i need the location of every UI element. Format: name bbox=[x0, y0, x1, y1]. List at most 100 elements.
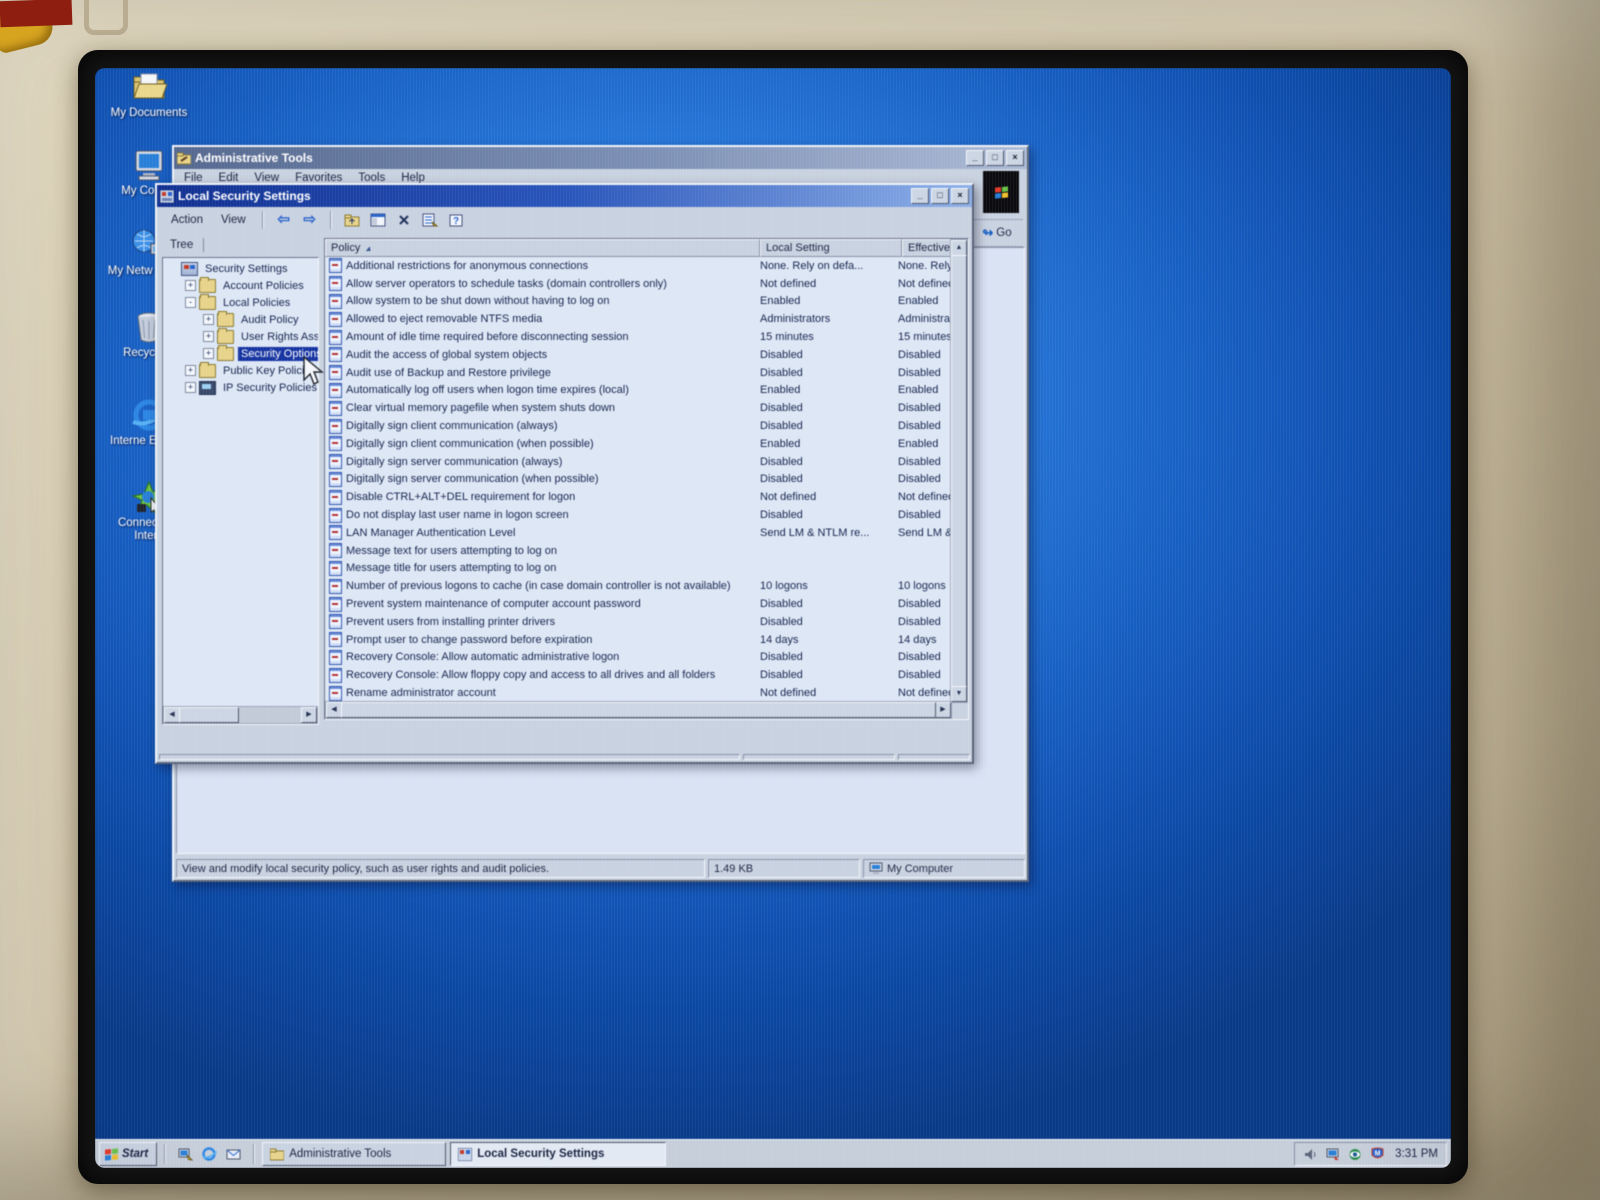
menu-view[interactable]: View bbox=[215, 213, 252, 227]
policy-row-digitally-sign-client-communication-alwa[interactable]: Digitally sign client communication (alw… bbox=[325, 417, 952, 435]
folder-icon bbox=[199, 361, 216, 378]
admin-titlebar[interactable]: Administrative Tools _ □ × bbox=[174, 147, 1027, 169]
policy-row-prevent-users-from-installing-printer-dr[interactable]: Prevent users from installing printer dr… bbox=[325, 613, 952, 631]
policy-row-message-title-for-users-attempting-to-lo[interactable]: Message title for users attempting to lo… bbox=[325, 560, 952, 578]
scroll-left-icon[interactable]: ◀ bbox=[164, 707, 180, 723]
expand-icon[interactable]: + bbox=[203, 348, 214, 359]
policy-row-audit-use-of-backup-and-restore-privileg[interactable]: Audit use of Backup and Restore privileg… bbox=[325, 364, 952, 382]
antivirus-shield-icon[interactable]: M bbox=[1369, 1147, 1385, 1162]
policy-row-recovery-console-allow-floppy-copy-and-a[interactable]: Recovery Console: Allow floppy copy and … bbox=[325, 666, 952, 684]
policy-row-audit-the-access-of-global-system-object[interactable]: Audit the access of global system object… bbox=[325, 346, 952, 364]
expand-icon[interactable]: + bbox=[185, 382, 196, 393]
policy-row-disable-ctrl-alt-del-requirement-for-log[interactable]: Disable CTRL+ALT+DEL requirement for log… bbox=[325, 488, 952, 506]
tree-tab[interactable]: Tree bbox=[162, 235, 325, 255]
expand-icon[interactable]: + bbox=[185, 280, 196, 291]
tree-item-security-options[interactable]: + Security Options bbox=[163, 344, 318, 362]
policy-row-message-text-for-users-attempting-to-log[interactable]: Message text for users attempting to log… bbox=[325, 542, 952, 560]
desktop-icon-label: My Documents bbox=[110, 107, 188, 119]
tree-item-public-key-policies[interactable]: + Public Key Policies bbox=[163, 361, 318, 379]
start-button[interactable]: Start bbox=[99, 1142, 158, 1166]
policy-row-digitally-sign-client-communication-when[interactable]: Digitally sign client communication (whe… bbox=[325, 435, 952, 453]
policy-row-additional-restrictions-for-anonymous-co[interactable]: Additional restrictions for anonymous co… bbox=[325, 257, 952, 275]
outlook-express-icon[interactable] bbox=[225, 1146, 242, 1162]
column-header-policy[interactable]: Policy ▲ bbox=[325, 239, 760, 257]
go-button[interactable]: ↬ Go bbox=[971, 219, 1023, 247]
policy-row-prevent-system-maintenance-of-computer-a[interactable]: Prevent system maintenance of computer a… bbox=[325, 595, 952, 613]
scroll-left-icon[interactable]: ◀ bbox=[326, 702, 342, 718]
tree-item-account-policies[interactable]: + Account Policies bbox=[163, 276, 318, 294]
policy-row-automatically-log-off-users-when-logon-t[interactable]: Automatically log off users when logon t… bbox=[325, 382, 952, 400]
delete-button[interactable] bbox=[394, 211, 414, 229]
effective-setting-value: Disabled bbox=[898, 598, 941, 611]
policy-document-icon bbox=[329, 418, 342, 434]
policy-document-icon bbox=[329, 525, 342, 541]
policy-document-icon bbox=[329, 471, 342, 487]
column-header-local-setting[interactable]: Local Setting bbox=[760, 239, 902, 257]
show-hide-tree-button[interactable] bbox=[368, 211, 388, 229]
list-horizontal-scrollbar[interactable]: ◀ ▶ bbox=[325, 701, 952, 719]
policy-row-lan-manager-authentication-level[interactable]: LAN Manager Authentication Level Send LM … bbox=[325, 524, 952, 542]
lss-titlebar[interactable]: Local Security Settings _ □ × bbox=[157, 185, 972, 207]
back-button[interactable]: ⇦ bbox=[274, 211, 294, 229]
policy-row-allow-server-operators-to-schedule-tasks[interactable]: Allow server operators to schedule tasks… bbox=[325, 275, 952, 293]
column-header-effective-setting[interactable]: Effective Sett bbox=[902, 239, 952, 257]
minimize-button[interactable]: _ bbox=[966, 150, 984, 166]
close-button[interactable]: × bbox=[1006, 150, 1024, 166]
effective-setting-value: Disabled bbox=[898, 455, 941, 468]
policy-document-icon bbox=[329, 560, 342, 576]
windows-flag-icon bbox=[105, 1147, 118, 1161]
display-icon[interactable] bbox=[1325, 1147, 1341, 1162]
minimize-button[interactable]: _ bbox=[911, 188, 929, 204]
internet-explorer-launch-icon[interactable] bbox=[201, 1146, 218, 1162]
taskbar-task-administrative-tools[interactable]: Administrative Tools bbox=[262, 1142, 447, 1166]
maximize-button[interactable]: □ bbox=[931, 188, 949, 204]
list-vertical-scrollbar[interactable]: ▲ ▼ bbox=[950, 239, 968, 703]
close-button[interactable]: × bbox=[951, 188, 969, 204]
help-button[interactable]: ? bbox=[446, 211, 466, 229]
local-setting-value: Enabled bbox=[760, 384, 801, 397]
policy-row-prompt-user-to-change-password-before-ex[interactable]: Prompt user to change password before ex… bbox=[325, 631, 952, 649]
status-zone: My Computer bbox=[863, 859, 1025, 878]
taskbar-task-local-security-settings[interactable]: Local Security Settings bbox=[450, 1142, 667, 1166]
my-computer-small-icon bbox=[869, 862, 883, 874]
maximize-button[interactable]: □ bbox=[986, 150, 1004, 166]
policy-row-recovery-console-allow-automatic-adminis[interactable]: Recovery Console: Allow automatic admini… bbox=[325, 649, 952, 667]
tree-item-user-rights-assigr[interactable]: + User Rights Assigr bbox=[163, 327, 318, 345]
tree-horizontal-scrollbar[interactable]: ◀ ▶ bbox=[163, 706, 318, 724]
network-monitor-icon[interactable] bbox=[1347, 1147, 1363, 1162]
ipsec-icon bbox=[199, 380, 216, 395]
tree-item-ip-security-policies-on[interactable]: +IP Security Policies on bbox=[163, 379, 318, 396]
policy-row-amount-of-idle-time-required-before-disc[interactable]: Amount of idle time required before disc… bbox=[325, 328, 952, 346]
expand-icon[interactable]: + bbox=[203, 331, 214, 342]
expand-icon[interactable]: + bbox=[203, 314, 214, 325]
up-level-button[interactable] bbox=[342, 211, 362, 229]
scroll-right-icon[interactable]: ▶ bbox=[935, 702, 951, 718]
show-desktop-icon[interactable] bbox=[177, 1146, 194, 1162]
desktop-icon-my-documents[interactable]: My Documents bbox=[103, 70, 195, 120]
policy-row-number-of-previous-logons-to-cache-in-ca[interactable]: Number of previous logons to cache (in c… bbox=[325, 577, 952, 595]
local-setting-value: Disabled bbox=[760, 615, 803, 628]
menu-action[interactable]: Action bbox=[165, 213, 209, 227]
effective-setting-value: Not defined bbox=[898, 687, 952, 700]
expand-icon[interactable]: + bbox=[185, 365, 196, 376]
policy-row-digitally-sign-server-communication-alwa[interactable]: Digitally sign server communication (alw… bbox=[325, 453, 952, 471]
help-icon: ? bbox=[449, 214, 463, 227]
admin-tools-icon bbox=[177, 152, 191, 164]
policy-row-allow-system-to-be-shut-down-without-hav[interactable]: Allow system to be shut down without hav… bbox=[325, 293, 952, 311]
tree-item-security-settings[interactable]: Security Settings bbox=[163, 260, 318, 277]
volume-icon[interactable] bbox=[1303, 1147, 1319, 1162]
policy-row-allowed-to-eject-removable-ntfs-media[interactable]: Allowed to eject removable NTFS media Adm… bbox=[325, 310, 952, 328]
tree-item-local-policies[interactable]: - Local Policies bbox=[163, 293, 318, 311]
policy-row-clear-virtual-memory-pagefile-when-syste[interactable]: Clear virtual memory pagefile when syste… bbox=[325, 399, 952, 417]
scroll-down-icon[interactable]: ▼ bbox=[951, 686, 967, 702]
export-list-button[interactable] bbox=[420, 211, 440, 229]
scroll-up-icon[interactable]: ▲ bbox=[951, 240, 967, 256]
collapse-icon[interactable]: - bbox=[185, 297, 196, 308]
policy-row-rename-administrator-account[interactable]: Rename administrator account Not defined N… bbox=[325, 684, 952, 702]
local-setting-value: Disabled bbox=[760, 509, 803, 522]
scroll-right-icon[interactable]: ▶ bbox=[301, 707, 317, 723]
tree-item-audit-policy[interactable]: + Audit Policy bbox=[163, 310, 318, 328]
forward-button[interactable]: ⇨ bbox=[300, 211, 320, 229]
policy-row-digitally-sign-server-communication-when[interactable]: Digitally sign server communication (whe… bbox=[325, 471, 952, 489]
policy-row-do-not-display-last-user-name-in-logon-s[interactable]: Do not display last user name in logon s… bbox=[325, 506, 952, 524]
